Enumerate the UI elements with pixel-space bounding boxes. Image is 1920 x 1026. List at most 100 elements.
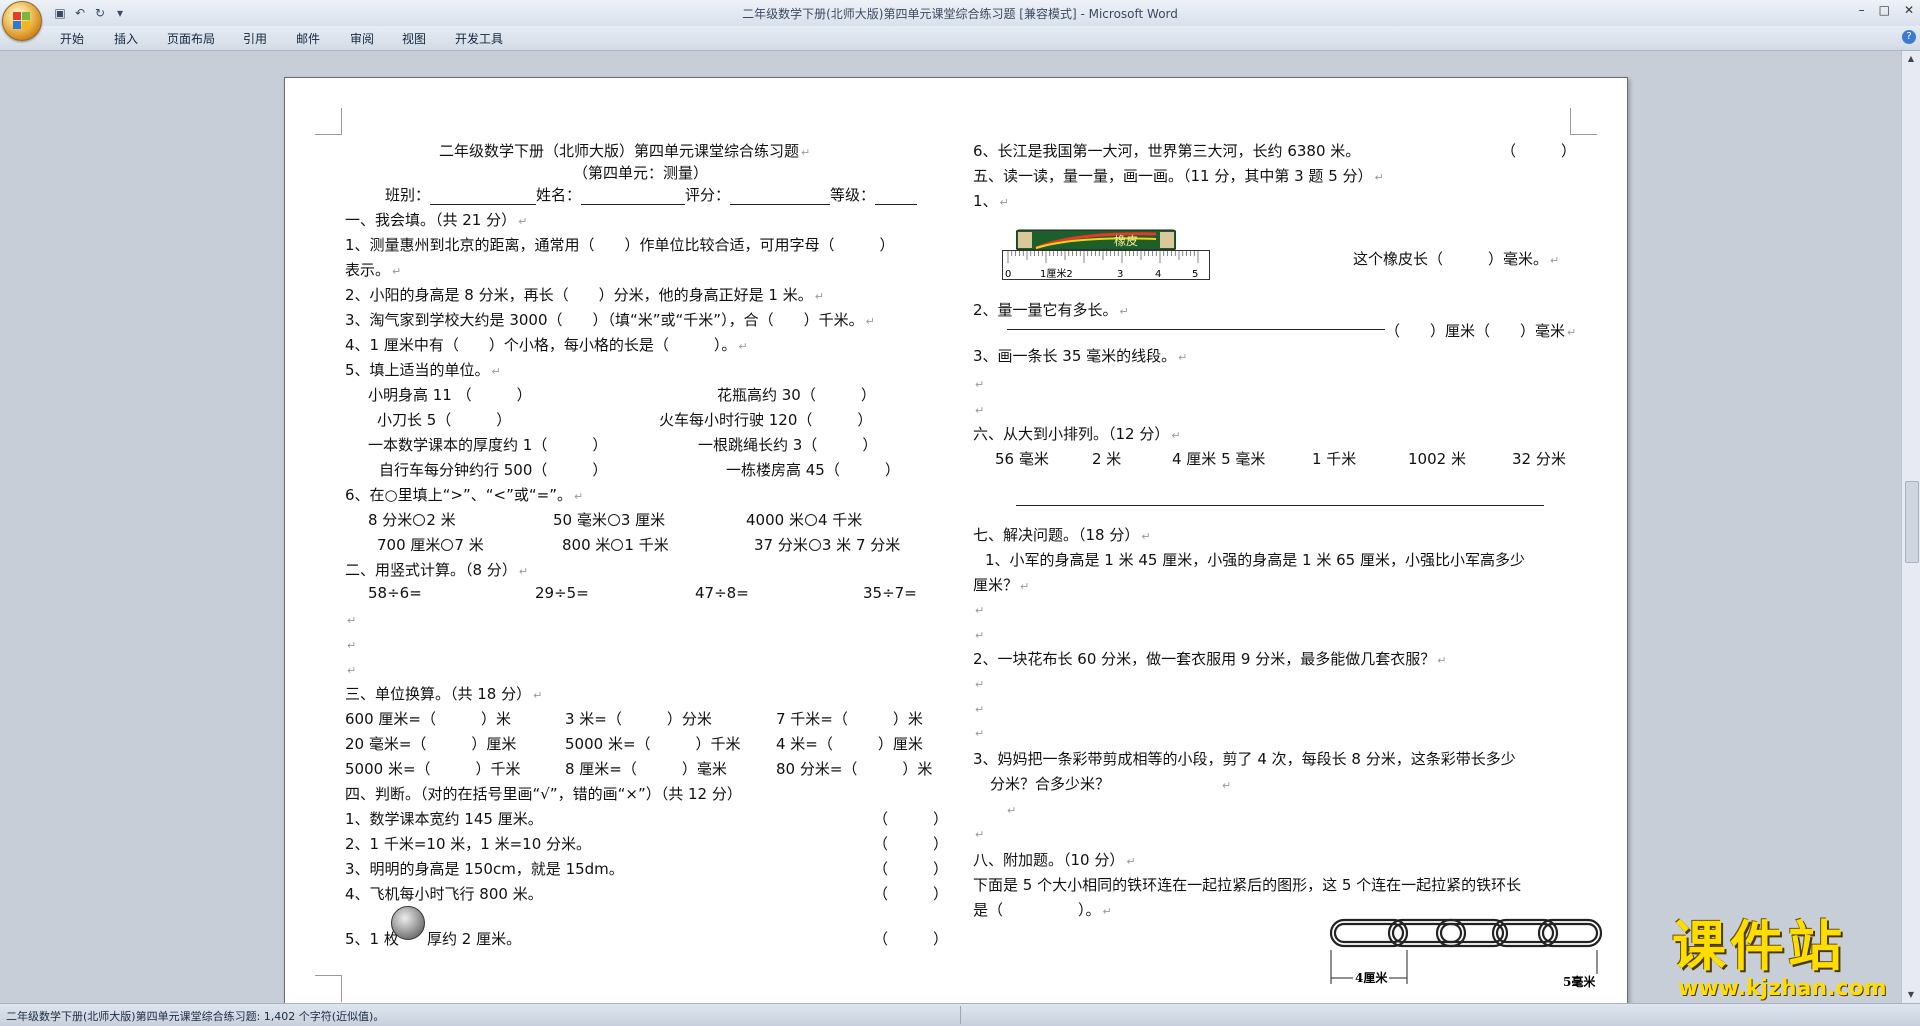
tab-mailings[interactable]: 邮件 (296, 30, 320, 47)
eraser-question: 这个橡皮长（ ）毫米。 ↵ (1353, 250, 1560, 268)
margin-corner (315, 108, 342, 135)
section-1-heading: 一、我会填。（共 21 分） ↵ (345, 211, 528, 229)
compare-item: 800 米1 千米 (562, 536, 669, 554)
close-icon[interactable]: ✕ (1904, 3, 1914, 17)
maximize-icon[interactable]: □ (1879, 3, 1890, 17)
coin-image (391, 906, 425, 940)
ruler-tick-label: 1厘米2 (1040, 267, 1073, 280)
student-info-line: 班别： 姓名： 评分： 等级： (385, 184, 918, 205)
paragraph-mark: ↵ (347, 639, 357, 652)
scroll-down-icon[interactable]: ▼ (1905, 989, 1917, 1001)
paragraph-mark: ↵ (975, 703, 985, 716)
section-6-heading: 六、从大到小排列。（12 分） ↵ (973, 425, 1181, 443)
judge-item: 3、明明的身高是 150cm，就是 15dm。 (345, 860, 624, 878)
s5-q2: 2、量一量它有多长。 ↵ (973, 301, 1129, 319)
office-logo-icon (13, 12, 31, 30)
s1-q5-item: 花瓶高约 30（ ） (717, 386, 876, 404)
compare-item: 4000 米4 千米 (746, 511, 863, 529)
ribbon-tabs: 开始 插入 页面布局 引用 邮件 审阅 视图 开发工具 ? (0, 26, 1920, 51)
paragraph-mark: ↵ (347, 614, 357, 627)
s1-q1: 1、测量惠州到北京的距离，通常用（ ）作单位比较合适，可用字母（ ） (345, 236, 895, 254)
judge-paren: （ ） (873, 860, 949, 878)
calc-item: 35÷7= (863, 584, 917, 602)
convert-item: 80 分米=（ ）米 (776, 760, 933, 778)
tab-home[interactable]: 开始 (60, 30, 84, 47)
s5-q2-answer: （ ）厘米（ ）毫米 ↵ (1385, 322, 1577, 340)
ruler-tick-label: 4 (1155, 269, 1161, 280)
eraser-label: 橡皮 (1114, 234, 1138, 248)
minimize-icon[interactable]: – (1859, 3, 1865, 17)
s8-q1-cont: 是（ ）。 ↵ (973, 901, 1112, 919)
tab-developer[interactable]: 开发工具 (455, 30, 503, 47)
s1-q5-item: 火车每小时行驶 120（ ） (659, 411, 873, 429)
s1-q5-item: 一栋楼房高 45（ ） (726, 461, 900, 479)
paragraph-mark: ↵ (975, 604, 985, 617)
section-2-heading: 二、用竖式计算。（8 分） ↵ (345, 561, 529, 579)
s1-q6: 6、在○里填上“>”、“<”或“=”。 ↵ (345, 486, 584, 504)
s7-q3-cont: 分米？合多少米？ ↵ (990, 775, 1232, 793)
paragraph-mark: ↵ (975, 629, 985, 642)
doc-title: 二年级数学下册（北师大版）第四单元课堂综合练习题 ↵ (439, 142, 811, 160)
s1-q5-item: 小明身高 11 （ ） (368, 386, 532, 404)
section-5-heading: 五、读一读，量一量，画一画。（11 分，其中第 3 题 5 分） ↵ (973, 167, 1384, 185)
convert-item: 4 米=（ ）厘米 (776, 735, 923, 753)
calc-item: 58÷6= (368, 584, 422, 602)
scroll-up-icon[interactable]: ▲ (1905, 53, 1917, 65)
compare-item: 8 分米 2 米 (368, 511, 456, 529)
judge-item: 2、1 千米=10 米，1 米=10 分米。 (345, 835, 592, 853)
watermark-title: 课件站 (1672, 915, 1846, 978)
ruler-tick-label: 5 (1192, 269, 1198, 280)
window-controls: – □ ✕ (1859, 3, 1914, 17)
tab-review[interactable]: 审阅 (350, 30, 374, 47)
document-page[interactable]: 二年级数学下册（北师大版）第四单元课堂综合练习题 ↵ （第四单元：测量） 班别：姓… (284, 77, 1628, 1009)
calc-item: 47÷8= (695, 584, 749, 602)
judge-paren: （ ） (873, 885, 949, 903)
s8-q1: 下面是 5 个大小相同的铁环连在一起拉紧后的图形，这 5 个连在一起拉紧的铁环长 (973, 876, 1522, 894)
convert-item: 20 毫米=（ ）厘米 (345, 735, 517, 753)
margin-corner (1570, 108, 1597, 135)
s1-q1-cont: 表示。 ↵ (345, 261, 402, 279)
convert-item: 7 千米=（ ）米 (776, 710, 923, 728)
status-bar: 二年级数学下册(北师大版)第四单元课堂综合练习题: 1,402 个字符(近似值)… (0, 1003, 1920, 1026)
s1-q3: 3、淘气家到学校大约是 3000（ ）（填“米”或“千米”），合（ ）千米。 ↵ (345, 311, 875, 329)
judge-item: 4、飞机每小时飞行 800 米。 (345, 885, 543, 903)
s1-q4: 4、1 厘米中有（ ）个小格，每小格的长是（ ）。 ↵ (345, 336, 748, 354)
convert-item: 5000 米=（ ）千米 (345, 760, 521, 778)
eraser-image: 橡皮 (1016, 229, 1176, 251)
scroll-thumb[interactable] (1905, 481, 1919, 563)
paragraph-mark: ↵ (1007, 804, 1017, 817)
r-q6-paren: （ ） (1501, 142, 1577, 160)
help-icon[interactable]: ? (1902, 30, 1916, 44)
r-q6: 6、长江是我国第一大河，世界第三大河，长约 6380 米。 (973, 142, 1361, 160)
s7-q3: 3、妈妈把一条彩带剪成相等的小段，剪了 4 次，每段长 8 分米，这条彩带长多少 (973, 750, 1516, 768)
convert-item: 600 厘米=（ ）米 (345, 710, 511, 728)
judge-paren: （ ） (873, 835, 949, 853)
s5-q1: 1、 ↵ (973, 192, 1009, 210)
s7-q2: 2、一块花布长 60 分米，做一套衣服用 9 分米，最多能做几套衣服？ ↵ (973, 650, 1447, 668)
tab-references[interactable]: 引用 (243, 30, 267, 47)
paragraph-mark: ↵ (975, 404, 985, 417)
answer-line (1016, 505, 1544, 506)
sort-item: 56 毫米 (995, 450, 1049, 468)
paragraph-mark: ↵ (975, 828, 985, 841)
ruler-tick-label: 3 (1117, 269, 1123, 280)
tab-insert[interactable]: 插入 (114, 30, 138, 47)
s1-q5-item: 一根跳绳长约 3（ ） (698, 436, 878, 454)
vertical-scrollbar[interactable]: ▲ ▼ (1901, 51, 1920, 1003)
judge-item: 5、1 枚 (345, 930, 399, 948)
s7-q1: 1、小军的身高是 1 米 45 厘米，小强的身高是 1 米 65 厘米，小强比小… (985, 551, 1525, 569)
paragraph-mark: ↵ (347, 664, 357, 677)
judge-item: 1、数学课本宽约 145 厘米。 (345, 810, 543, 828)
s5-q3: 3、画一条长 35 毫米的线段。 ↵ (973, 347, 1188, 365)
section-4-heading: 四、判断。（对的在括号里画“√”，错的画“×”）（共 12 分） (345, 785, 742, 803)
convert-item: 8 厘米=（ ）毫米 (565, 760, 727, 778)
tab-page-layout[interactable]: 页面布局 (167, 30, 215, 47)
site-watermark: 课件站 www.kjzhan.com (1672, 915, 1887, 1002)
office-button[interactable] (2, 1, 42, 41)
compare-item: 700 厘米 7 米 (377, 536, 484, 554)
tab-view[interactable]: 视图 (402, 30, 426, 47)
chain-thickness-label: 5毫米 (1563, 974, 1596, 989)
sort-item: 1 千米 (1312, 450, 1357, 468)
section-8-heading: 八、附加题。（10 分） ↵ (973, 851, 1136, 869)
judge-paren: （ ） (873, 930, 949, 948)
